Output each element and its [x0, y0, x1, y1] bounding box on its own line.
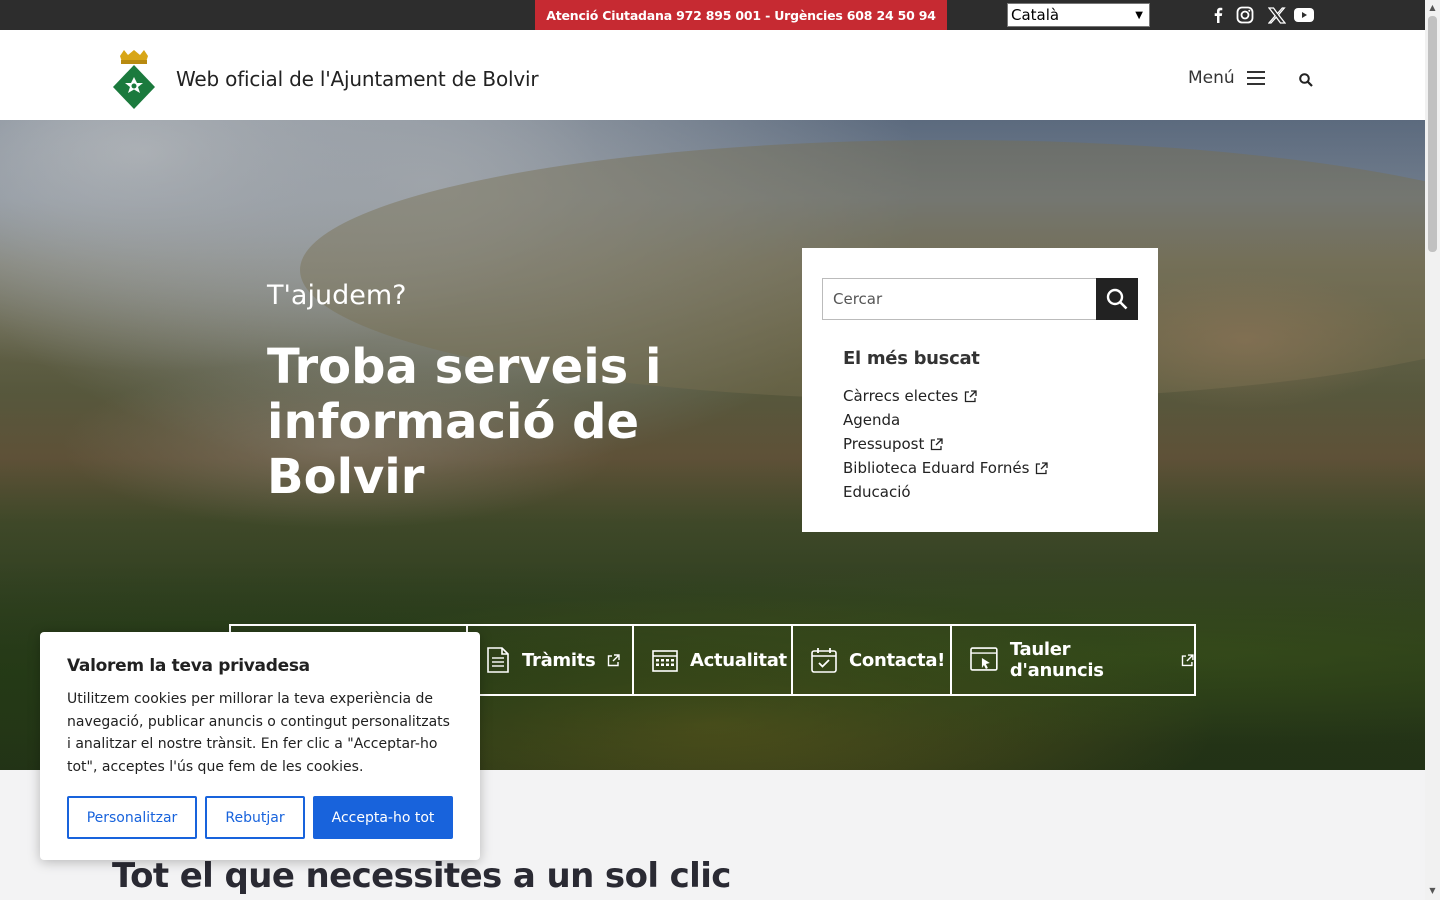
section-title: Tot el que necessites a un sol clic: [112, 856, 731, 896]
quick-link-contacta[interactable]: Contacta!: [792, 624, 951, 696]
search-icon: [1106, 288, 1128, 310]
site-title[interactable]: Web oficial de l'Ajuntament de Bolvir: [176, 67, 539, 91]
search-placeholder: Cercar: [833, 290, 883, 308]
search-card: Cercar El més buscat Càrrecs electes Age…: [802, 248, 1158, 532]
quick-link-label: Tauler d'anuncis: [1009, 639, 1104, 681]
cookie-reject-button[interactable]: Rebutjar: [205, 796, 305, 839]
menu-button[interactable]: Menú: [1188, 68, 1265, 88]
page-scrollbar[interactable]: ▲ ▼: [1425, 0, 1440, 900]
search-input[interactable]: Cercar: [822, 278, 1097, 320]
document-icon: [487, 647, 509, 673]
cookie-title: Valorem la teva privadesa: [67, 656, 310, 676]
cookie-customize-button[interactable]: Personalitzar: [67, 796, 197, 839]
calendar-check-icon: [811, 648, 837, 673]
external-link-icon: [931, 437, 944, 450]
popular-link[interactable]: Agenda: [843, 408, 1048, 432]
hero-kicker: T'ajudem?: [267, 280, 407, 311]
popular-link-label: Pressupost: [843, 435, 925, 453]
popular-link-label: Càrrecs electes: [843, 387, 959, 405]
hamburger-icon: [1246, 71, 1265, 85]
popular-link-label: Biblioteca Eduard Fornés: [843, 459, 1030, 477]
site-header: Web oficial de l'Ajuntament de Bolvir Me…: [0, 30, 1425, 120]
external-link-icon: [1181, 653, 1194, 666]
calendar-grid-icon: [652, 650, 678, 672]
language-select[interactable]: Català ▼: [1007, 3, 1150, 27]
board-click-icon: [970, 647, 998, 671]
quick-link-tauler[interactable]: Tauler d'anuncis: [951, 624, 1196, 696]
popular-link-label: Educació: [843, 483, 911, 501]
popular-link[interactable]: Pressupost: [843, 432, 1048, 456]
municipal-shield-logo[interactable]: [112, 50, 156, 110]
contact-banner: Atenció Ciutadana 972 895 001 - Urgèncie…: [535, 0, 947, 30]
popular-link-label: Agenda: [843, 411, 901, 429]
popular-searches-title: El més buscat: [843, 348, 980, 369]
quick-link-label: Contacta!: [849, 649, 946, 671]
quick-link-label: Actualitat: [690, 649, 787, 671]
search-icon[interactable]: [1299, 73, 1313, 87]
scrollbar-thumb[interactable]: [1428, 16, 1437, 252]
cookie-consent-dialog: Valorem la teva privadesa Utilitzem cook…: [40, 632, 480, 860]
youtube-icon[interactable]: [1294, 6, 1314, 24]
quick-link-label: Tràmits: [522, 649, 596, 671]
quick-link-tramits[interactable]: Tràmits: [467, 624, 633, 696]
menu-label: Menú: [1188, 68, 1235, 88]
popular-link[interactable]: Biblioteca Eduard Fornés: [843, 456, 1049, 480]
scroll-down-icon[interactable]: ▼: [1428, 886, 1437, 895]
scroll-up-icon[interactable]: ▲: [1428, 3, 1437, 12]
search-submit-button[interactable]: [1096, 278, 1138, 320]
instagram-icon[interactable]: [1235, 6, 1255, 24]
external-link-icon: [965, 389, 977, 402]
cookie-accept-button[interactable]: Accepta-ho tot: [313, 796, 453, 839]
popular-link[interactable]: Educació: [843, 480, 1048, 504]
top-bar: Atenció Ciutadana 972 895 001 - Urgèncie…: [0, 0, 1425, 30]
x-icon[interactable]: [1267, 6, 1287, 24]
facebook-icon[interactable]: [1208, 6, 1228, 24]
external-link-icon: [1036, 461, 1049, 474]
popular-link[interactable]: Càrrecs electes: [843, 384, 1048, 408]
popular-searches-list: Càrrecs electes Agenda Pressupost Biblio…: [843, 384, 1049, 504]
quick-link-actualitat[interactable]: Actualitat: [633, 624, 792, 696]
language-select-value: Català: [1011, 6, 1060, 24]
hero-title: Troba serveis i informació de Bolvir: [267, 339, 662, 505]
cookie-text: Utilitzem cookies per millorar la teva e…: [67, 691, 450, 775]
chevron-down-icon: ▼: [1135, 9, 1143, 21]
external-link-icon: [608, 653, 621, 666]
